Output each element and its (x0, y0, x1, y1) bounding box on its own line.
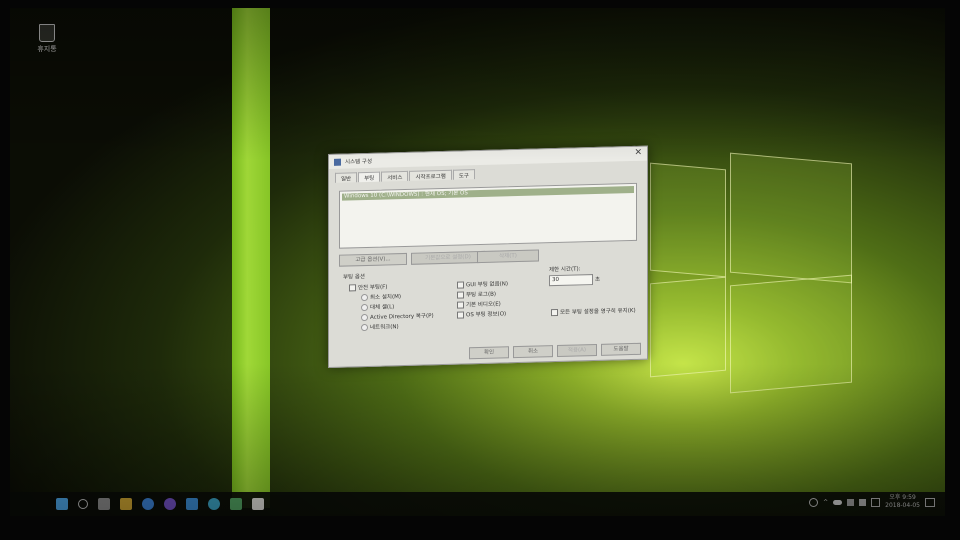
boot-entry-selected[interactable]: Windows 10 (C:\WINDOWS) : 현재 OS; 기본 OS (342, 185, 634, 201)
base-video-label: 기본 비디오(E) (466, 301, 501, 309)
timeout-input[interactable]: 30 (549, 274, 593, 287)
tab-tools[interactable]: 도구 (452, 169, 475, 180)
os-boot-info-label: OS 부팅 정보(O) (466, 311, 507, 319)
safe-boot-label: 안전 부팅(F) (358, 284, 388, 292)
radio-alternate-shell[interactable] (361, 303, 368, 312)
tab-general[interactable]: 일반 (335, 172, 358, 183)
recycle-bin-label: 휴지통 (37, 45, 57, 53)
advanced-options-button[interactable]: 고급 옵션(V)... (339, 252, 407, 267)
monitor-screen: 휴지통 시스템 구성 ✕ 일반 부팅 서비스 시작프로그램 도구 Windows… (10, 8, 945, 516)
radio-network[interactable] (361, 323, 368, 332)
os-boot-info-checkbox[interactable] (457, 311, 464, 319)
clock[interactable]: 오후 9:59 2018-04-05 (885, 494, 920, 510)
app-icon[interactable] (186, 498, 198, 510)
base-video-checkbox[interactable] (457, 301, 464, 309)
start-icon[interactable] (56, 498, 68, 510)
apply-button[interactable]: 적용(A) (557, 343, 597, 358)
safe-boot-checkbox[interactable] (349, 284, 356, 292)
wallpaper-logo-pane (730, 152, 852, 284)
display-glitch-stripe (232, 8, 270, 508)
no-gui-boot-checkbox[interactable] (457, 281, 464, 289)
task-view-icon[interactable] (98, 498, 110, 510)
wallpaper-logo-pane (730, 274, 852, 394)
radio-minimal[interactable] (361, 293, 368, 302)
chevron-up-icon[interactable]: ^ (823, 499, 828, 506)
ime-icon[interactable] (871, 497, 881, 507)
people-icon[interactable] (809, 497, 819, 507)
network-icon[interactable] (847, 498, 855, 506)
recycle-bin-icon[interactable]: 휴지통 (30, 24, 64, 54)
ok-button[interactable]: 확인 (469, 346, 509, 360)
clock-date: 2018-04-05 (885, 502, 920, 509)
edge-icon[interactable] (142, 498, 154, 510)
no-gui-boot-label: GUI 부팅 없음(N) (466, 281, 509, 289)
boot-log-checkbox[interactable] (457, 291, 464, 299)
radio-network-label: 네트워크(N) (370, 324, 399, 331)
msconfig-taskbar-icon[interactable] (252, 498, 264, 510)
clock-ampm: 오후 (889, 494, 901, 501)
search-icon[interactable] (78, 499, 88, 509)
wallpaper-logo-pane (650, 276, 726, 378)
radio-ad-repair[interactable] (361, 313, 368, 322)
boot-entry-list[interactable]: Windows 10 (C:\WINDOWS) : 현재 OS; 기본 OS (339, 182, 637, 249)
timeout-unit: 초 (595, 276, 601, 284)
timeout-label: 제한 시간(T): (549, 266, 581, 274)
set-default-button[interactable]: 기본값으로 설정(D) (411, 250, 485, 265)
file-explorer-icon[interactable] (120, 498, 132, 510)
tab-services[interactable]: 서비스 (381, 170, 409, 182)
trash-icon (39, 24, 55, 42)
onedrive-icon[interactable] (833, 499, 843, 505)
tab-boot[interactable]: 부팅 (358, 171, 381, 183)
taskbar: ^ 오후 9:59 2018-04-05 (10, 492, 945, 516)
system-tray: ^ 오후 9:59 2018-04-05 (809, 494, 935, 510)
make-permanent-checkbox[interactable] (551, 308, 558, 317)
close-icon[interactable]: ✕ (634, 148, 642, 158)
system-configuration-dialog: 시스템 구성 ✕ 일반 부팅 서비스 시작프로그램 도구 Windows 10 … (328, 145, 648, 368)
radio-minimal-label: 최소 설치(M) (370, 294, 402, 301)
wallpaper-logo-pane (650, 162, 726, 278)
boot-log-label: 부팅 로그(B) (466, 291, 497, 299)
delete-button[interactable]: 삭제(T) (477, 249, 539, 264)
dialog-title: 시스템 구성 (345, 158, 373, 166)
msconfig-icon (334, 158, 341, 166)
radio-alternate-shell-label: 대체 셸(L) (370, 304, 395, 311)
app-icon[interactable] (230, 498, 242, 510)
volume-icon[interactable] (859, 498, 867, 506)
make-permanent-label: 모든 부팅 설정을 영구히 유지(K) (560, 307, 636, 316)
cancel-button[interactable]: 취소 (513, 345, 553, 359)
notification-icon[interactable] (925, 497, 935, 507)
radio-ad-repair-label: Active Directory 복구(P) (370, 313, 434, 321)
app-icon[interactable] (208, 498, 220, 510)
media-player-icon[interactable] (164, 498, 176, 510)
boot-options-header: 부팅 옵션 (343, 274, 365, 281)
clock-time: 9:59 (902, 494, 916, 501)
help-button[interactable]: 도움말 (601, 342, 641, 356)
tab-startup[interactable]: 시작프로그램 (409, 169, 452, 181)
